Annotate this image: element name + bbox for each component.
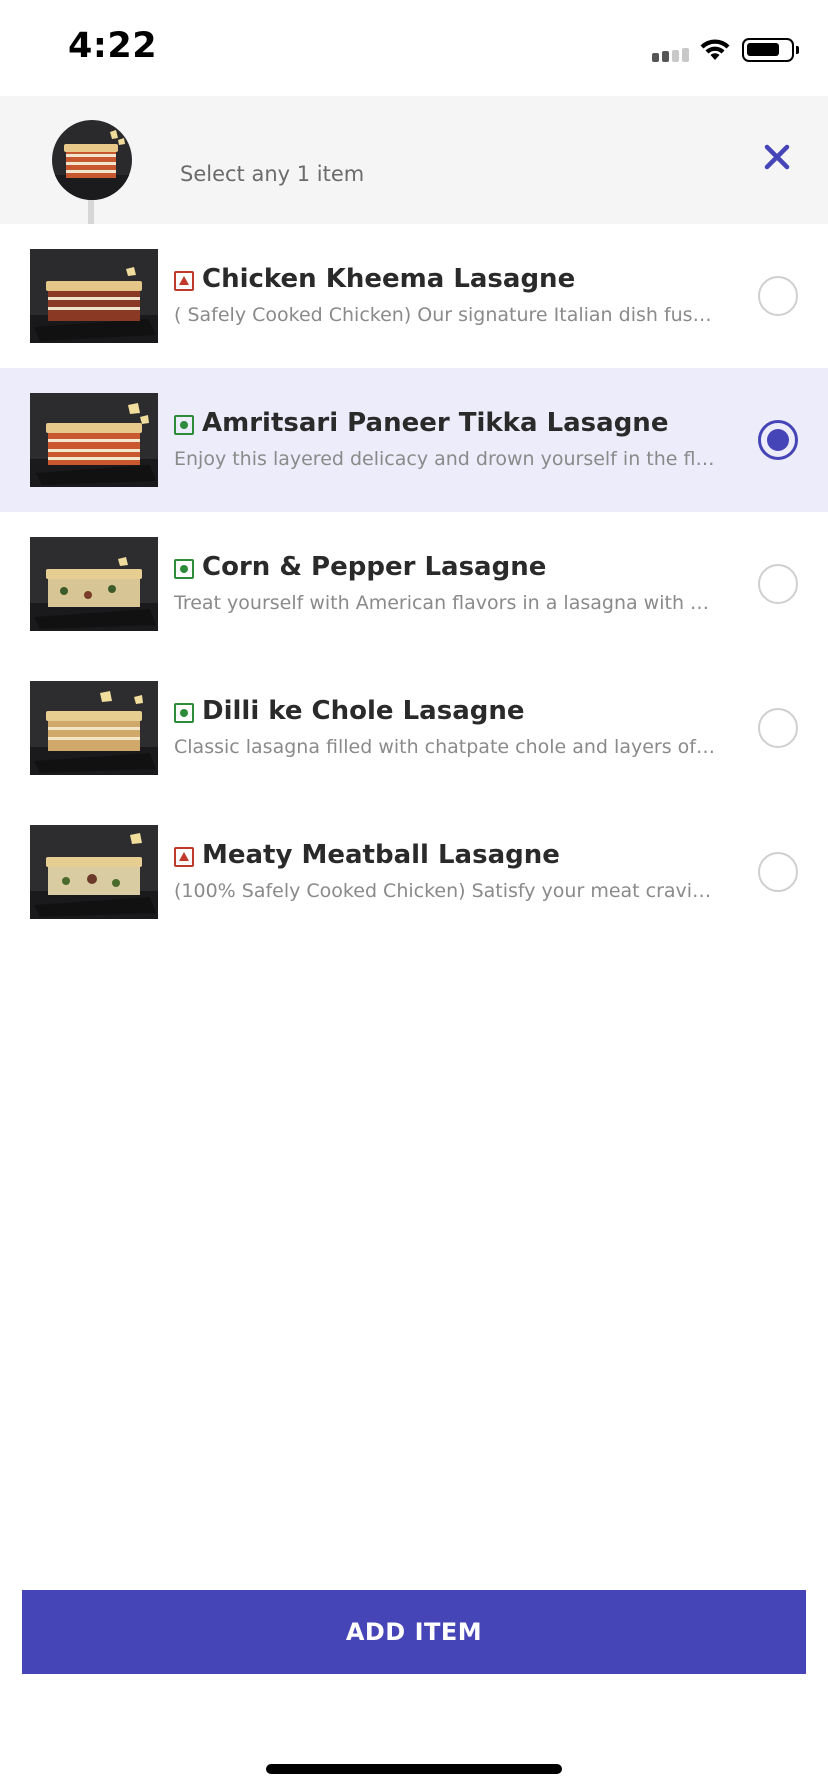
wifi-icon: [698, 36, 732, 62]
home-indicator: [266, 1764, 562, 1774]
item-description: (100% Safely Cooked Chicken) Satisfy you…: [174, 880, 716, 902]
radio-button[interactable]: [758, 708, 798, 748]
dish-thumbnail: [30, 249, 158, 343]
list-item[interactable]: Chicken Kheema Lasagne ( Safely Cooked C…: [0, 224, 828, 368]
item-title: Chicken Kheema Lasagne: [202, 264, 576, 294]
dish-thumbnail: [30, 681, 158, 775]
item-list: Chicken Kheema Lasagne ( Safely Cooked C…: [0, 224, 828, 944]
selected-dish-avatar: [52, 120, 132, 200]
avatar-stem: [88, 200, 94, 224]
header-title: Select any 1 item: [180, 162, 365, 186]
list-item[interactable]: Dilli ke Chole Lasagne Classic lasagna f…: [0, 656, 828, 800]
header: Select any 1 item: [0, 96, 828, 224]
radio-button[interactable]: [758, 276, 798, 316]
status-time: 4:22: [68, 26, 158, 66]
close-button[interactable]: [756, 136, 798, 178]
list-item[interactable]: Amritsari Paneer Tikka Lasagne Enjoy thi…: [0, 368, 828, 512]
signal-icon: [652, 48, 692, 62]
list-item[interactable]: Meaty Meatball Lasagne (100% Safely Cook…: [0, 800, 828, 944]
radio-button[interactable]: [758, 564, 798, 604]
item-title: Corn & Pepper Lasagne: [202, 552, 547, 582]
item-description: Enjoy this layered delicacy and drown yo…: [174, 448, 716, 470]
non-veg-icon: [174, 847, 194, 867]
item-title: Amritsari Paneer Tikka Lasagne: [202, 408, 669, 438]
veg-icon: [174, 415, 194, 435]
item-description: Classic lasagna filled with chatpate cho…: [174, 736, 716, 758]
add-item-button[interactable]: ADD ITEM: [22, 1590, 806, 1674]
dish-thumbnail: [30, 537, 158, 631]
item-title: Meaty Meatball Lasagne: [202, 840, 560, 870]
non-veg-icon: [174, 271, 194, 291]
veg-icon: [174, 703, 194, 723]
dish-thumbnail: [30, 393, 158, 487]
item-description: Treat yourself with American flavors in …: [174, 592, 716, 614]
item-title: Dilli ke Chole Lasagne: [202, 696, 525, 726]
close-icon: [764, 144, 790, 170]
battery-icon: [742, 38, 799, 62]
dish-thumbnail: [30, 825, 158, 919]
list-item[interactable]: Corn & Pepper Lasagne Treat yourself wit…: [0, 512, 828, 656]
radio-button-selected[interactable]: [758, 420, 798, 460]
item-description: ( Safely Cooked Chicken) Our signature I…: [174, 304, 716, 326]
status-bar: 4:22: [0, 0, 828, 96]
radio-button[interactable]: [758, 852, 798, 892]
veg-icon: [174, 559, 194, 579]
